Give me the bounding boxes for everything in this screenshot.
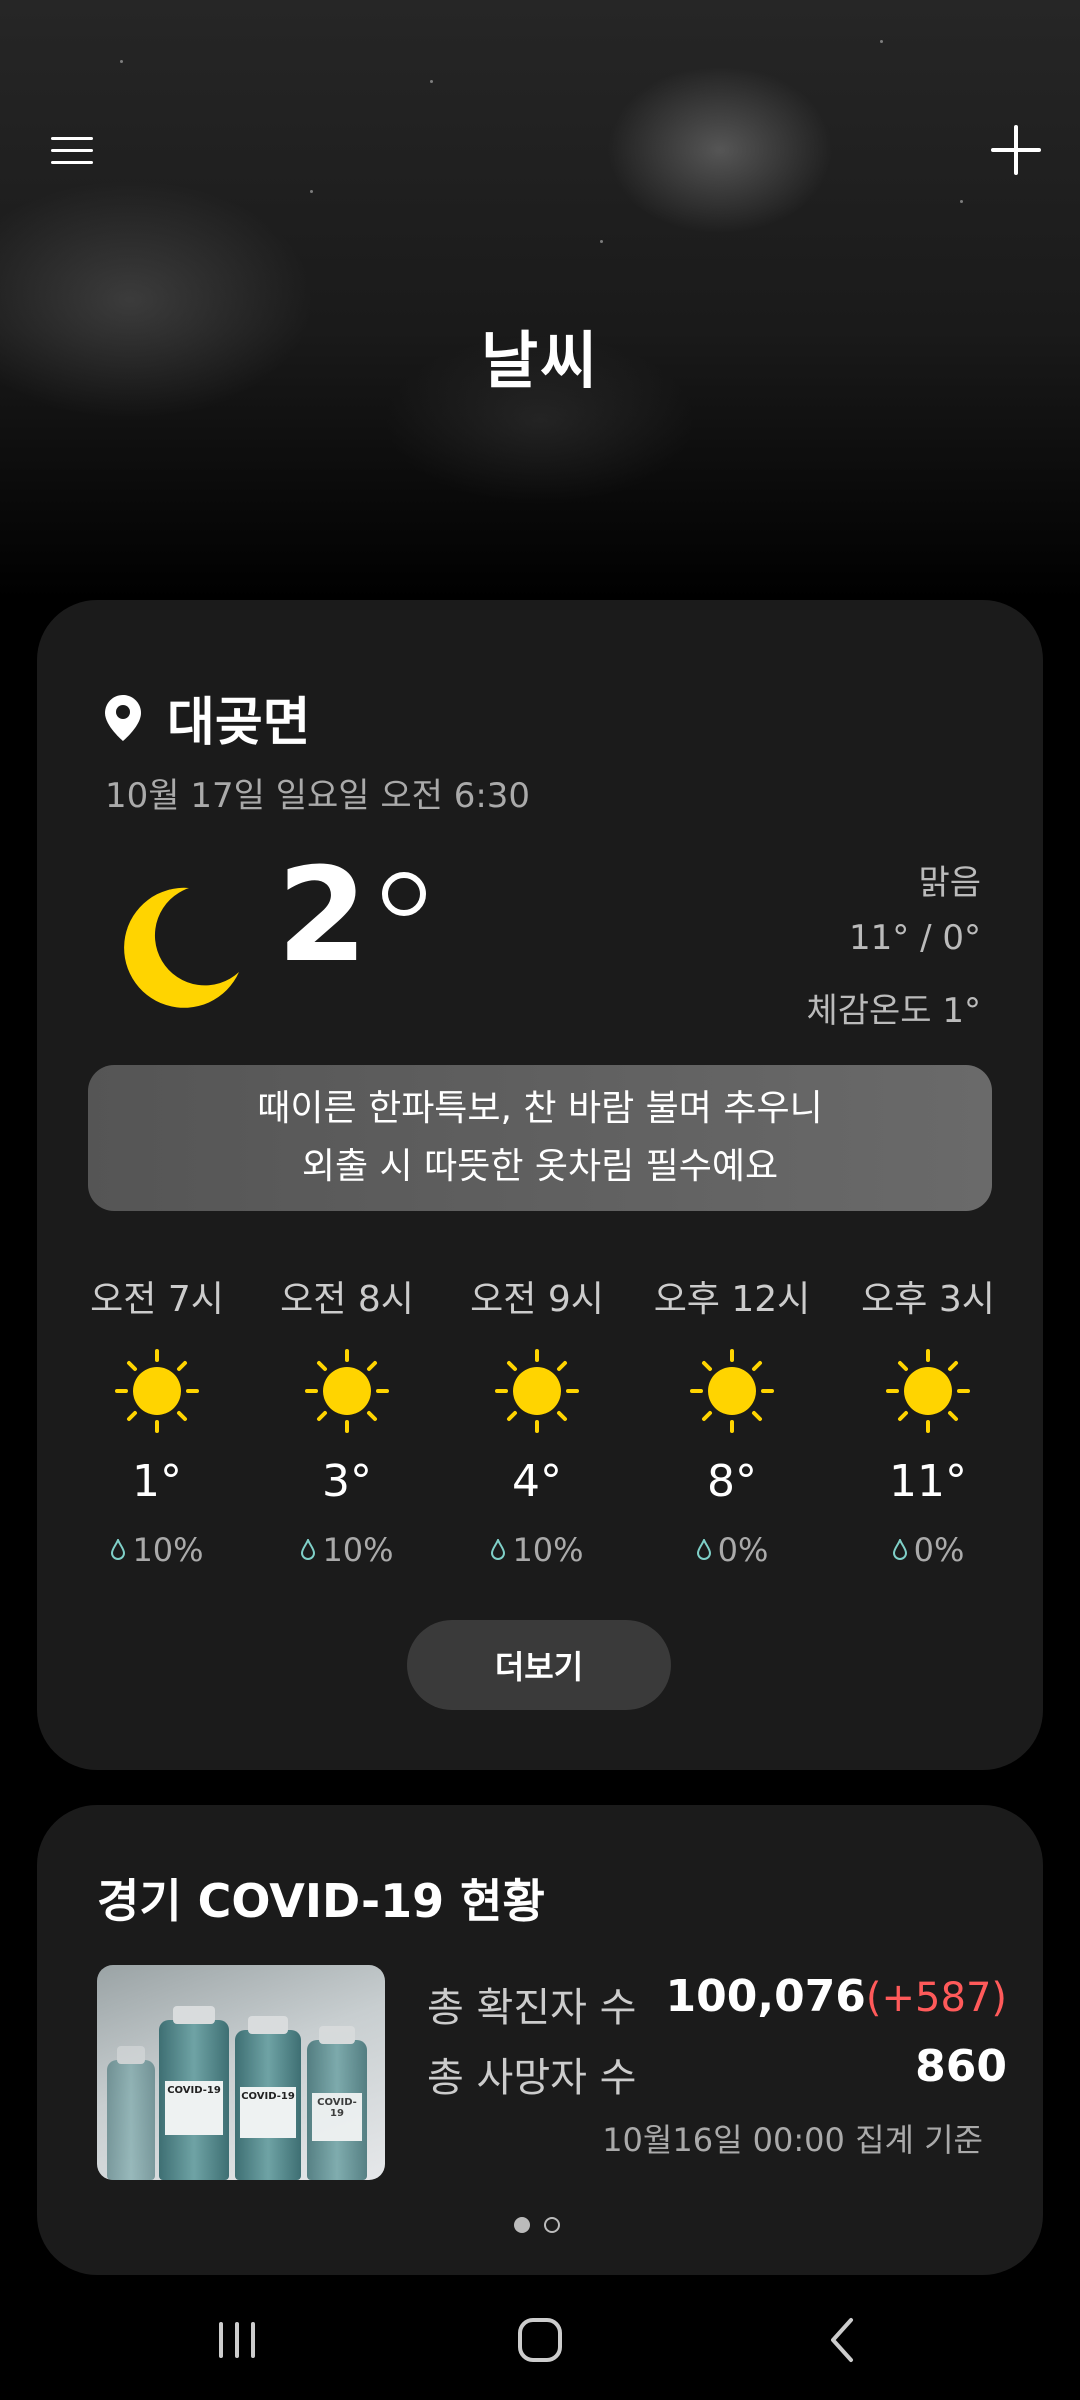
- page-title: 날씨: [480, 324, 600, 397]
- header-background: [0, 0, 1080, 600]
- hourly-item: 오후 3시 11° 0%: [828, 1270, 1028, 1569]
- hourly-item: 오전 9시 4° 10%: [437, 1270, 637, 1569]
- location-pin-icon: [105, 694, 141, 741]
- confirmed-delta: (+587): [865, 1975, 1007, 2021]
- location-name: 대곶면: [167, 693, 311, 753]
- vial-label: COVID-19: [164, 2080, 224, 2136]
- vial-label: COVID-19: [311, 2093, 363, 2141]
- home-icon: [518, 2318, 562, 2362]
- system-navigation-bar: [0, 2275, 1080, 2400]
- hour-rain: 10%: [57, 1531, 257, 1569]
- hour-temp: 8°: [707, 1456, 757, 1507]
- confirmed-label: 총 확진자 수: [427, 1985, 637, 2031]
- back-button[interactable]: [782, 2295, 902, 2385]
- hamburger-icon: [51, 128, 93, 173]
- hour-rain-value: 10%: [132, 1531, 204, 1569]
- back-icon: [831, 2318, 853, 2362]
- updated-datetime: 10월 17일 일요일 오전 6:30: [105, 776, 531, 816]
- page-dot-active[interactable]: [514, 2217, 530, 2233]
- deaths-row: 총 사망자 수 860: [427, 2041, 1007, 2105]
- vial-label: COVID-19: [240, 2087, 296, 2138]
- hour-rain: 10%: [247, 1531, 447, 1569]
- hour-time: 오전 8시: [280, 1279, 414, 1320]
- hour-rain-value: 0%: [913, 1531, 965, 1569]
- hour-rain-value: 10%: [322, 1531, 394, 1569]
- raindrop-icon: [301, 1539, 316, 1560]
- alert-line-1: 때이른 한파특보, 찬 바람 불며 추우니: [257, 1088, 823, 1129]
- raindrop-icon: [111, 1539, 126, 1560]
- menu-button[interactable]: [32, 110, 112, 190]
- hourly-item: 오전 8시 3° 10%: [247, 1270, 447, 1569]
- raindrop-icon: [491, 1539, 506, 1560]
- hourly-item: 오전 7시 1° 10%: [57, 1270, 257, 1569]
- add-location-button[interactable]: [976, 110, 1056, 190]
- hour-temp: 4°: [512, 1456, 562, 1507]
- hourly-forecast: 오전 7시 1° 10% 오전 8시 3° 10% 오전 9시 4° 10% 오…: [37, 1270, 1043, 1590]
- data-basis-time: 10월16일 00:00 집계 기준: [602, 2121, 983, 2159]
- hour-time: 오전 7시: [90, 1279, 224, 1320]
- covid-title: 경기 COVID-19 현황: [97, 1874, 545, 1928]
- degree-symbol: [382, 872, 426, 916]
- confirmed-value: 100,076: [665, 1971, 866, 2022]
- hour-temp: 11°: [889, 1456, 967, 1507]
- hour-time: 오전 9시: [470, 1279, 604, 1320]
- hour-rain: 10%: [437, 1531, 637, 1569]
- sun-icon: [886, 1349, 970, 1433]
- page-indicator[interactable]: [514, 2217, 560, 2233]
- covid-card[interactable]: 경기 COVID-19 현황 COVID-19 COVID-19 COVID-1…: [37, 1805, 1043, 2275]
- weather-card[interactable]: 대곶면 10월 17일 일요일 오전 6:30 2 맑음 11° / 0° 체감…: [37, 600, 1043, 1770]
- sun-icon: [115, 1349, 199, 1433]
- confirmed-value-group: 100,076(+587): [666, 1971, 1007, 2022]
- weather-alert-banner[interactable]: 때이른 한파특보, 찬 바람 불며 추우니 외출 시 따뜻한 옷차림 필수예요: [88, 1065, 992, 1211]
- deaths-value: 860: [915, 2041, 1007, 2092]
- moon-icon: [124, 887, 239, 1008]
- high-low-temperature: 11° / 0°: [849, 918, 981, 958]
- sun-icon: [305, 1349, 389, 1433]
- page-dot[interactable]: [544, 2217, 560, 2233]
- feels-like: 체감온도 1°: [806, 991, 981, 1031]
- plus-icon: [991, 125, 1041, 175]
- alert-line-2: 외출 시 따뜻한 옷차림 필수예요: [301, 1146, 779, 1187]
- current-temperature: 2: [277, 839, 368, 991]
- hour-rain: 0%: [828, 1531, 1028, 1569]
- home-button[interactable]: [480, 2295, 600, 2385]
- deaths-label: 총 사망자 수: [427, 2055, 637, 2101]
- hour-time: 오후 12시: [653, 1279, 811, 1320]
- more-button[interactable]: 더보기: [407, 1620, 671, 1710]
- condition-text: 맑음: [918, 863, 981, 903]
- sun-icon: [495, 1349, 579, 1433]
- raindrop-icon: [696, 1539, 711, 1560]
- hour-rain-value: 10%: [512, 1531, 584, 1569]
- vaccine-image: COVID-19 COVID-19 COVID-19: [97, 1965, 385, 2180]
- raindrop-icon: [892, 1539, 907, 1560]
- confirmed-row: 총 확진자 수 100,076(+587): [427, 1971, 1007, 2035]
- recent-apps-icon: [219, 2322, 255, 2358]
- hour-time: 오후 3시: [861, 1279, 995, 1320]
- hour-temp: 3°: [322, 1456, 372, 1507]
- recent-apps-button[interactable]: [177, 2295, 297, 2385]
- sun-icon: [690, 1349, 774, 1433]
- hour-rain: 0%: [632, 1531, 832, 1569]
- hourly-item: 오후 12시 8° 0%: [632, 1270, 832, 1569]
- hour-temp: 1°: [132, 1456, 182, 1507]
- hour-rain-value: 0%: [717, 1531, 769, 1569]
- location: 대곶면: [105, 680, 311, 755]
